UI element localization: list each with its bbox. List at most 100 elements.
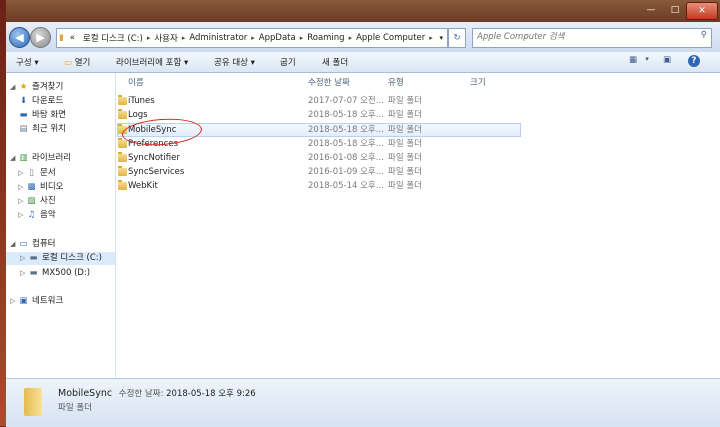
file-row-syncservices[interactable]: SyncServices 2016-01-09 오후... 파일 폴더	[118, 166, 520, 179]
open-label: 열기	[74, 58, 91, 68]
breadcrumb-roaming[interactable]: Roaming	[303, 33, 348, 43]
nav-local-disk[interactable]: ▷ ▬ 로컬 디스크 (C:)	[6, 252, 115, 265]
nav-label: 라이브러리	[32, 153, 72, 163]
address-box[interactable]: ▮ « 로컬 디스크 (C:) ▸ 사용자 ▸ Administrator ▸ App…	[56, 28, 448, 48]
file-row-webkit[interactable]: WebKit 2018-05-14 오후... 파일 폴더	[118, 180, 520, 193]
folder-icon	[118, 166, 127, 176]
search-box[interactable]: ⚲	[472, 28, 712, 48]
nav-label: 바탕 화면	[32, 110, 66, 120]
breadcrumb-administrator[interactable]: Administrator	[185, 33, 251, 43]
folder-icon	[118, 180, 127, 190]
nav-desktop[interactable]: ▬ 바탕 화면	[18, 109, 66, 122]
nav-label: 최근 위치	[32, 124, 66, 134]
help-icon[interactable]: ?	[688, 55, 700, 67]
nav-pictures[interactable]: ▷ ▨ 사진	[18, 195, 56, 208]
column-header-name[interactable]: 이름	[128, 76, 144, 88]
column-header-type[interactable]: 유형	[388, 76, 404, 88]
nav-favorites[interactable]: ◢ ★ 즐겨찾기	[10, 81, 63, 94]
view-dropdown-icon[interactable]: ▾	[640, 55, 654, 68]
refresh-button[interactable]: ↻	[448, 28, 466, 48]
view-options-icon[interactable]: ▦	[626, 55, 640, 68]
open-button[interactable]: ▭ 열기	[64, 56, 90, 68]
recent-places-icon: ▤	[19, 124, 28, 134]
expand-icon[interactable]: ◢	[10, 238, 18, 251]
column-header-size[interactable]: 크기	[470, 76, 486, 88]
back-button[interactable]: ◀	[9, 27, 30, 48]
forward-button[interactable]: ▶	[30, 27, 51, 48]
breadcrumb-appdata[interactable]: AppData	[255, 33, 300, 43]
preview-pane-icon[interactable]: ▣	[660, 55, 674, 68]
file-row-itunes[interactable]: iTunes 2017-07-07 오전... 파일 폴더	[118, 95, 520, 108]
minimize-button[interactable]: —	[640, 2, 662, 18]
nav-label: 문서	[40, 168, 56, 178]
library-icon: ▥	[19, 153, 28, 163]
nav-downloads[interactable]: ⬇ 다운로드	[18, 95, 63, 108]
nav-libraries[interactable]: ◢ ▥ 라이브러리	[10, 152, 71, 165]
breadcrumb-overflow[interactable]: «	[66, 33, 79, 43]
nav-label: 사진	[40, 196, 56, 206]
include-library-button[interactable]: 라이브러리에 포함 ▾	[116, 56, 188, 68]
nav-mx500[interactable]: ▷ ▬ MX500 (D:)	[20, 267, 90, 280]
file-type: 파일 폴더	[388, 167, 422, 177]
nav-music[interactable]: ▷ ♫ 음악	[18, 209, 56, 222]
file-modified: 2018-05-18 오후...	[308, 139, 384, 149]
search-input[interactable]	[473, 29, 691, 45]
expand-icon[interactable]: ▷	[18, 167, 26, 180]
close-button[interactable]: ✕	[686, 2, 718, 20]
expand-icon[interactable]: ◢	[10, 152, 18, 165]
file-name: SyncServices	[128, 167, 185, 177]
pictures-icon: ▨	[27, 196, 36, 206]
chevron-right-icon[interactable]: ▸	[429, 34, 433, 42]
breadcrumb-users[interactable]: 사용자	[150, 32, 181, 44]
nav-label: 네트워크	[32, 296, 64, 306]
organize-button[interactable]: 구성 ▾	[16, 56, 39, 68]
folder-icon	[118, 95, 127, 105]
details-name: MobileSync	[58, 388, 113, 399]
expand-icon[interactable]: ▷	[18, 195, 26, 208]
file-modified: 2018-05-18 오후...	[308, 110, 384, 120]
nav-computer[interactable]: ◢ ▭ 컴퓨터	[10, 238, 55, 251]
navigation-pane: ◢ ★ 즐겨찾기 ⬇ 다운로드 ▬ 바탕 화면 ▤ 최근 위치 ◢ ▥ 라이브러리 ▷ ▯ 문서 …	[6, 73, 116, 378]
search-icon[interactable]: ⚲	[701, 30, 707, 40]
title-bar: — □ ✕	[6, 0, 720, 22]
refresh-icon: ↻	[453, 33, 461, 43]
file-row-syncnotifier[interactable]: SyncNotifier 2016-01-08 오후... 파일 폴더	[118, 152, 520, 165]
expand-icon[interactable]: ▷	[18, 209, 26, 222]
downloads-icon: ⬇	[19, 96, 28, 106]
nav-label: 음악	[40, 210, 56, 220]
file-list: 이름 수정한 날짜 유형 크기 iTunes 2017-07-07 오전... …	[116, 73, 720, 378]
expand-icon[interactable]: ▷	[20, 252, 28, 265]
expand-icon[interactable]: ▷	[20, 267, 28, 280]
address-dropdown-icon[interactable]: ▾	[439, 34, 447, 42]
maximize-button[interactable]: □	[664, 2, 686, 18]
folder-icon	[24, 388, 42, 416]
details-type: 파일 폴더	[58, 403, 92, 413]
nav-videos[interactable]: ▷ ▩ 비디오	[18, 181, 63, 194]
file-name: WebKit	[128, 181, 158, 191]
breadcrumb-local-disk[interactable]: 로컬 디스크 (C:)	[79, 32, 147, 44]
expand-icon[interactable]: ▷	[18, 181, 26, 194]
breadcrumb-apple-computer[interactable]: Apple Computer	[352, 33, 429, 43]
documents-icon: ▯	[29, 168, 34, 178]
share-button[interactable]: 공유 대상 ▾	[214, 56, 255, 68]
details-name-line: MobileSync 수정한 날짜: 2018-05-18 오후 9:26	[58, 387, 256, 399]
explorer-window: — □ ✕ ◀ ▶ ▮ « 로컬 디스크 (C:) ▸ 사용자 ▸ Administ…	[6, 0, 720, 427]
nav-label: 비디오	[40, 182, 64, 192]
folder-icon	[118, 138, 127, 148]
drive-icon: ▬	[29, 253, 38, 263]
column-header-modified[interactable]: 수정한 날짜	[308, 76, 350, 88]
expand-icon[interactable]: ▷	[10, 295, 18, 308]
expand-icon[interactable]: ◢	[10, 81, 18, 94]
nav-network[interactable]: ▷ ▣ 네트워크	[10, 295, 63, 308]
file-modified: 2017-07-07 오전...	[308, 96, 384, 106]
nav-label: MX500 (D:)	[42, 268, 91, 278]
nav-label: 컴퓨터	[32, 239, 56, 249]
star-icon: ★	[19, 82, 28, 92]
new-folder-button[interactable]: 새 폴더	[322, 56, 348, 68]
folder-icon: ▮	[59, 33, 64, 43]
address-bar-area: ◀ ▶ ▮ « 로컬 디스크 (C:) ▸ 사용자 ▸ Administrator ▸…	[6, 22, 720, 52]
nav-documents[interactable]: ▷ ▯ 문서	[18, 167, 56, 180]
nav-recent[interactable]: ▤ 최근 위치	[18, 123, 66, 136]
back-arrow-icon: ◀	[15, 31, 24, 44]
burn-button[interactable]: 굽기	[280, 56, 296, 68]
